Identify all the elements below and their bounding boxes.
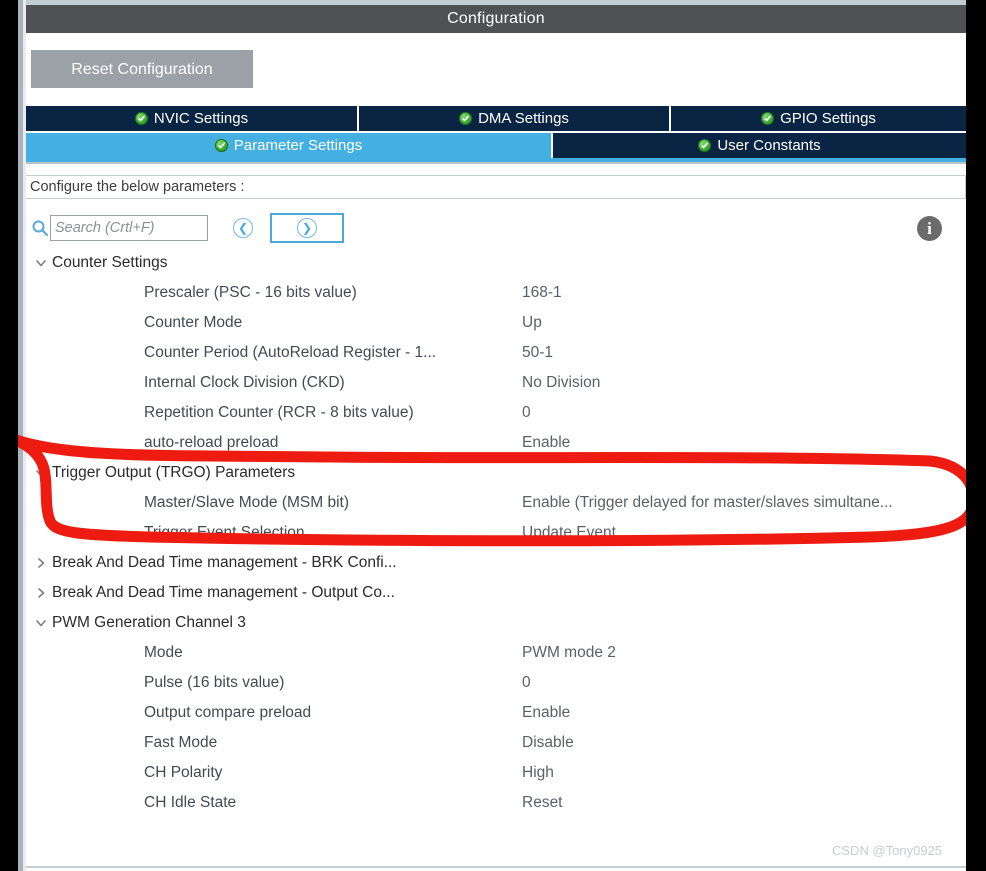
parameter-row[interactable]: Trigger Event Selection Update Event — [26, 518, 966, 548]
tree-group-trigger-output-trgo-parameters[interactable]: Trigger Output (TRGO) Parameters — [26, 458, 966, 488]
tree-group-break-and-dead-time-management-brk-confi[interactable]: Break And Dead Time management - BRK Con… — [26, 548, 966, 578]
parameter-name: Output compare preload — [144, 704, 312, 721]
tree-group-pwm-generation-channel-3[interactable]: PWM Generation Channel 3 — [26, 608, 966, 638]
parameter-row[interactable]: Repetition Counter (RCR - 8 bits value) 0 — [26, 398, 966, 428]
parameter-name: Fast Mode — [144, 734, 218, 751]
parameter-value[interactable]: Reset — [522, 794, 982, 812]
chevron-right-icon[interactable] — [30, 582, 52, 604]
parameter-row[interactable]: Counter Period (AutoReload Register - 1.… — [26, 338, 966, 368]
parameter-value[interactable]: Enable — [522, 434, 982, 452]
parameter-name: Mode — [144, 644, 183, 661]
tree-group-label: Break And Dead Time management - Output … — [52, 584, 395, 601]
check-circle-icon — [761, 112, 775, 125]
parameter-value[interactable]: Enable — [522, 704, 982, 722]
parameter-row[interactable]: Prescaler (PSC - 16 bits value) 168-1 — [26, 278, 966, 308]
screen-right-margin — [966, 0, 986, 871]
tab-label: DMA Settings — [478, 110, 569, 127]
info-icon[interactable]: i — [917, 216, 942, 241]
tab-bar-primary: NVIC Settings DMA Settings GPIO Settings — [26, 106, 966, 131]
parameter-value[interactable]: 168-1 — [522, 284, 982, 302]
tree-group-break-and-dead-time-management-output-co[interactable]: Break And Dead Time management - Output … — [26, 578, 966, 608]
reset-configuration-button[interactable]: Reset Configuration — [31, 50, 253, 88]
check-circle-icon — [134, 112, 148, 125]
window-title-bar: Configuration — [26, 5, 966, 33]
screenshot-root: Configuration Reset Configuration NVIC S… — [0, 0, 986, 871]
chevron-down-icon[interactable] — [30, 612, 52, 634]
dialog-body: Reset Configuration NVIC Settings DMA Set… — [26, 33, 966, 871]
tree-group-label: PWM Generation Channel 3 — [52, 614, 246, 631]
parameter-row[interactable]: auto-reload preload Enable — [26, 428, 966, 458]
parameter-row[interactable]: Counter Mode Up — [26, 308, 966, 338]
configure-instruction-bar: Configure the below parameters : — [26, 175, 966, 199]
parameter-value[interactable]: PWM mode 2 — [522, 644, 982, 662]
parameter-tree: Counter Settings Prescaler (PSC - 16 bits… — [26, 248, 966, 848]
parameter-row[interactable]: Pulse (16 bits value) 0 — [26, 668, 966, 698]
parameter-name: auto-reload preload — [144, 434, 279, 451]
tab-bar-secondary: Parameter Settings User Constants — [26, 133, 966, 158]
parameter-row[interactable]: Fast Mode Disable — [26, 728, 966, 758]
parameter-row[interactable]: Master/Slave Mode (MSM bit) Enable (Trigg… — [26, 488, 966, 518]
parameter-value[interactable]: Up — [522, 314, 982, 332]
parameter-name: Master/Slave Mode (MSM bit) — [144, 494, 349, 511]
parameter-name: Internal Clock Division (CKD) — [144, 374, 345, 391]
parameter-row[interactable]: Mode PWM mode 2 — [26, 638, 966, 668]
parameter-value[interactable]: No Division — [522, 374, 982, 392]
parameter-row[interactable]: Output compare preload Enable — [26, 698, 966, 728]
check-circle-icon — [698, 139, 712, 152]
parameter-row[interactable]: CH Idle State Reset — [26, 788, 966, 818]
parameter-value[interactable]: 0 — [522, 404, 982, 422]
circle-right-arrow-icon: ❯ — [297, 218, 317, 238]
parameter-name: Counter Mode — [144, 314, 243, 331]
parameter-value[interactable]: Enable (Trigger delayed for master/slave… — [522, 494, 982, 512]
parameter-value[interactable]: High — [522, 764, 982, 782]
tab-label: User Constants — [717, 137, 821, 154]
chevron-right-icon[interactable] — [30, 552, 52, 574]
search-prev-button[interactable]: ❮ — [232, 217, 254, 239]
check-circle-icon — [459, 112, 473, 125]
tab-parameter-settings[interactable]: Parameter Settings — [26, 133, 553, 158]
parameter-value[interactable]: Update Event — [522, 524, 982, 542]
chevron-down-icon[interactable] — [30, 252, 52, 274]
parameter-name: Prescaler (PSC - 16 bits value) — [144, 284, 357, 301]
parameter-name: CH Polarity — [144, 764, 223, 781]
tree-group-label: Counter Settings — [52, 254, 168, 271]
parameter-value[interactable]: 0 — [522, 674, 982, 692]
search-toolbar: ❮ ❯ i — [26, 208, 966, 248]
configure-instruction-text: Configure the below parameters : — [30, 179, 245, 195]
parameter-name: Trigger Event Selection — [144, 524, 305, 541]
tab-nvic-settings[interactable]: NVIC Settings — [26, 106, 359, 131]
search-input[interactable] — [50, 215, 208, 241]
circle-left-arrow-icon: ❮ — [233, 218, 253, 238]
tab-dma-settings[interactable]: DMA Settings — [359, 106, 671, 131]
parameter-name: Repetition Counter (RCR - 8 bits value) — [144, 404, 414, 421]
parameter-name: CH Idle State — [144, 794, 237, 811]
parameter-value[interactable]: 50-1 — [522, 344, 982, 362]
tab-user-constants[interactable]: User Constants — [553, 133, 966, 158]
tab-label: NVIC Settings — [153, 110, 249, 127]
parameter-name: Counter Period (AutoReload Register - 1.… — [144, 344, 437, 361]
parameter-value[interactable]: Disable — [522, 734, 982, 752]
tab-label: GPIO Settings — [780, 110, 876, 127]
tree-group-label: Trigger Output (TRGO) Parameters — [52, 464, 296, 481]
tree-group-label: Break And Dead Time management - BRK Con… — [52, 554, 397, 571]
screen-left-margin — [0, 0, 18, 871]
search-next-button[interactable]: ❯ — [270, 213, 344, 243]
tab-gpio-settings[interactable]: GPIO Settings — [671, 106, 966, 131]
tab-bar-divider — [26, 162, 966, 164]
window-title: Configuration — [447, 10, 545, 27]
parameter-name: Pulse (16 bits value) — [144, 674, 285, 691]
search-icon — [30, 218, 50, 238]
parameter-row[interactable]: CH Polarity High — [26, 758, 966, 788]
tab-label: Parameter Settings — [233, 137, 363, 154]
tree-group-counter-settings[interactable]: Counter Settings — [26, 248, 966, 278]
check-circle-icon — [214, 139, 228, 152]
chevron-down-icon[interactable] — [30, 462, 52, 484]
watermark-text: CSDN @Tony0925 — [832, 843, 943, 858]
dialog-bottom-border — [26, 866, 966, 868]
parameter-row[interactable]: Internal Clock Division (CKD) No Division — [26, 368, 966, 398]
